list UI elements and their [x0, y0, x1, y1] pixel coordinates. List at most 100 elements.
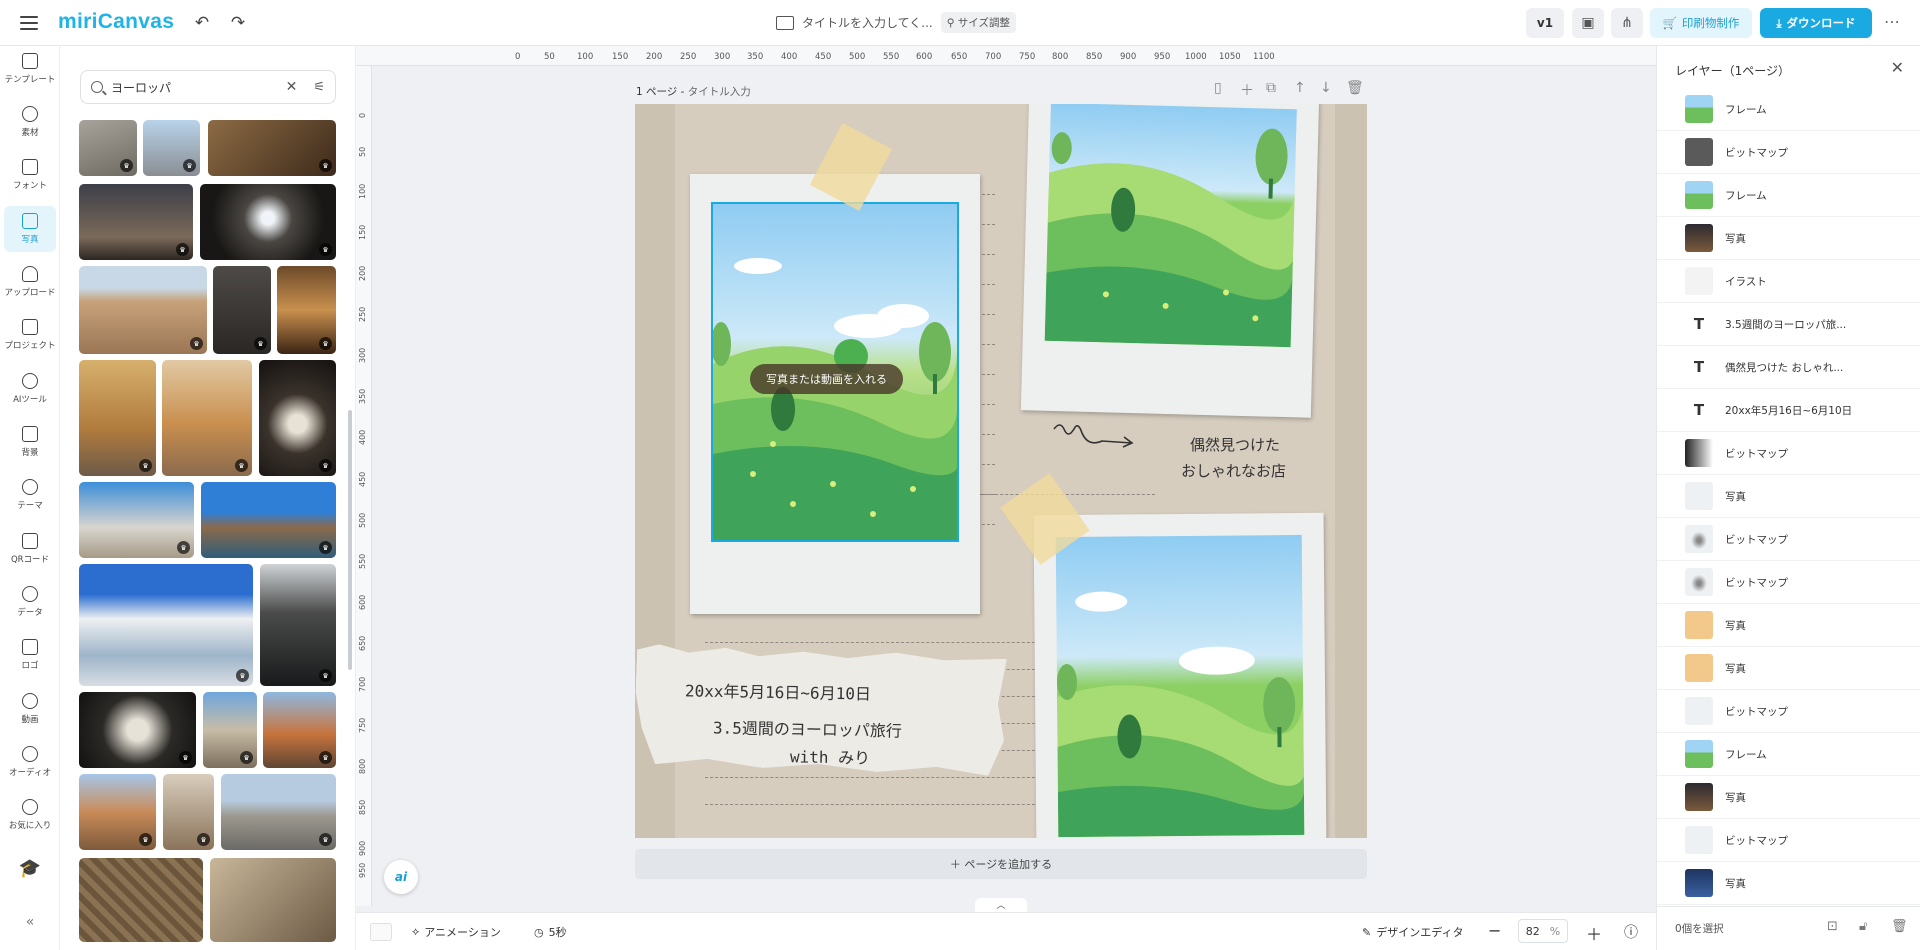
- layer-row[interactable]: 写真: [1657, 217, 1920, 260]
- photo-thumb[interactable]: ♛: [213, 266, 271, 354]
- photo-frame-3[interactable]: [1055, 534, 1305, 838]
- page-duplicate-icon[interactable]: ⧉: [1266, 80, 1276, 96]
- layer-row[interactable]: ビットマップ: [1657, 561, 1920, 604]
- undo-icon[interactable]: ↶: [190, 11, 214, 35]
- nav-data[interactable]: データ: [4, 579, 56, 625]
- photo-thumb[interactable]: ♛: [79, 266, 207, 354]
- page-move-up-icon[interactable]: ↑: [1294, 80, 1306, 96]
- trip-title-line-1[interactable]: 3.5週間のヨーロッパ旅行: [713, 714, 902, 741]
- photo-thumb[interactable]: [79, 858, 203, 942]
- photo-thumb[interactable]: ♛: [200, 184, 336, 260]
- app-logo[interactable]: miriCanvas: [58, 10, 174, 34]
- page-thumbnail-toggle[interactable]: [370, 923, 392, 941]
- doc-title-input[interactable]: タイトルを入力してく...: [802, 14, 933, 31]
- layer-row[interactable]: T 偶然見つけた おしゃれ...: [1657, 346, 1920, 389]
- chevron-up-icon[interactable]: ︿: [975, 898, 1027, 912]
- resize-button[interactable]: ⚲ サイズ調整: [940, 12, 1016, 33]
- photo-thumb[interactable]: ♛: [143, 120, 200, 176]
- page-title-placeholder[interactable]: タイトル入力: [688, 86, 751, 98]
- photo-thumb[interactable]: ♛: [201, 482, 336, 558]
- nav-qr[interactable]: QRコード: [4, 526, 56, 572]
- photo-thumb[interactable]: ♛: [79, 120, 137, 176]
- layer-row[interactable]: イラスト: [1657, 260, 1920, 303]
- trip-title-line-2[interactable]: with みり: [790, 743, 871, 768]
- nav-templates[interactable]: テンプレート: [4, 46, 56, 92]
- layer-row[interactable]: ビットマップ: [1657, 518, 1920, 561]
- photo-thumb[interactable]: ♛: [277, 266, 336, 354]
- zoom-in-icon[interactable]: ＋: [1586, 921, 1602, 945]
- save-icon[interactable]: ▣: [1572, 8, 1604, 38]
- photo-thumb[interactable]: ♛: [79, 774, 156, 850]
- zoom-value[interactable]: 82: [1526, 925, 1540, 938]
- collapse-nav-icon[interactable]: «: [0, 914, 60, 930]
- nav-photos[interactable]: 写真: [4, 206, 56, 252]
- nav-video[interactable]: 動画: [4, 686, 56, 732]
- animation-button[interactable]: ⟡ アニメーション: [412, 924, 501, 940]
- photo-thumb[interactable]: ♛: [79, 692, 196, 768]
- nav-favorites[interactable]: お気に入り: [4, 792, 56, 838]
- page-delete-icon[interactable]: 🗑: [1346, 80, 1364, 96]
- nav-elements[interactable]: 素材: [4, 99, 56, 145]
- layer-row[interactable]: 写真: [1657, 776, 1920, 819]
- nav-projects[interactable]: プロジェクト: [4, 312, 56, 358]
- nav-logo[interactable]: ロゴ: [4, 632, 56, 678]
- search-field[interactable]: ヨーロッパ ✕ ⚟: [80, 70, 336, 104]
- layer-row[interactable]: ビットマップ: [1657, 690, 1920, 733]
- design-editor-button[interactable]: ✎ デザインエディタ: [1362, 924, 1463, 940]
- layer-row[interactable]: T 3.5週間のヨーロッパ旅...: [1657, 303, 1920, 346]
- photo-thumb[interactable]: ♛: [79, 564, 253, 686]
- page-add-icon[interactable]: ＋: [1240, 80, 1254, 100]
- photo-thumb[interactable]: ♛: [263, 692, 336, 768]
- nav-background[interactable]: 背景: [4, 419, 56, 465]
- polaroid-frame-2[interactable]: [1020, 104, 1320, 418]
- redo-icon[interactable]: ↷: [226, 11, 250, 35]
- caption-line-1[interactable]: 偶然見つけた: [1190, 434, 1280, 455]
- photo-thumb[interactable]: ♛: [79, 184, 193, 260]
- duration-button[interactable]: ◷ 5秒: [534, 924, 567, 940]
- doodle-arrow-illustration[interactable]: [1050, 419, 1140, 459]
- photo-placeholder-hint[interactable]: 写真または動画を入れる: [750, 364, 903, 394]
- photo-thumb[interactable]: ♛: [79, 360, 156, 476]
- polaroid-frame-1[interactable]: 写真または動画を入れる: [690, 174, 980, 614]
- page-title[interactable]: 1 ページ - タイトル入力: [636, 84, 751, 99]
- nav-ai-tools[interactable]: AIツール: [4, 366, 56, 412]
- close-icon[interactable]: ✕: [1891, 58, 1904, 77]
- design-canvas[interactable]: 写真または動画を入れる 偶然見つけた おしゃれなお店 20xx年5月16日~6月…: [635, 104, 1367, 838]
- select-all-icon[interactable]: ⊡: [1827, 919, 1838, 934]
- zoom-out-icon[interactable]: −: [1488, 921, 1501, 940]
- print-button[interactable]: 🛒 印刷物制作: [1650, 8, 1752, 38]
- version-button[interactable]: v1: [1526, 8, 1564, 38]
- photo-thumb[interactable]: ♛: [162, 360, 252, 476]
- date-text[interactable]: 20xx年5月16日~6月10日: [685, 677, 871, 704]
- filter-icon[interactable]: ⚟: [313, 80, 325, 95]
- search-input[interactable]: ヨーロッパ: [111, 79, 278, 96]
- layer-row[interactable]: ビットマップ: [1657, 819, 1920, 862]
- layer-row[interactable]: フレーム: [1657, 88, 1920, 131]
- panel-scrollbar[interactable]: [348, 410, 352, 670]
- menu-icon[interactable]: [18, 13, 40, 33]
- folder-icon[interactable]: [776, 15, 794, 30]
- lock-icon[interactable]: 🔓︎: [1859, 919, 1867, 934]
- photo-thumb[interactable]: [210, 858, 336, 942]
- layer-row[interactable]: 写真: [1657, 604, 1920, 647]
- nav-theme[interactable]: テーマ: [4, 472, 56, 518]
- layer-row[interactable]: T 20xx年5月16日~6月10日: [1657, 389, 1920, 432]
- photo-thumb[interactable]: ♛: [79, 482, 194, 558]
- nav-fonts[interactable]: フォント: [4, 152, 56, 198]
- layer-row[interactable]: ビットマップ: [1657, 131, 1920, 174]
- ai-assistant-button[interactable]: ai: [384, 860, 418, 894]
- photo-thumb[interactable]: ♛: [208, 120, 336, 176]
- clear-search-icon[interactable]: ✕: [286, 79, 298, 95]
- layer-row[interactable]: 写真: [1657, 647, 1920, 690]
- page-move-down-icon[interactable]: ↓: [1320, 80, 1332, 96]
- download-button[interactable]: ⤓ ダウンロード: [1760, 8, 1872, 38]
- layer-row[interactable]: フレーム: [1657, 733, 1920, 776]
- photo-thumb[interactable]: ♛: [203, 692, 257, 768]
- nav-upload[interactable]: アップロード: [4, 259, 56, 305]
- layer-row[interactable]: ビットマップ: [1657, 432, 1920, 475]
- layer-row[interactable]: 写真: [1657, 862, 1920, 905]
- photo-frame-2[interactable]: [1044, 104, 1297, 348]
- learn-icon[interactable]: 🎓: [0, 858, 60, 879]
- layer-row[interactable]: 写真: [1657, 475, 1920, 518]
- zoom-input[interactable]: 82%: [1518, 919, 1568, 943]
